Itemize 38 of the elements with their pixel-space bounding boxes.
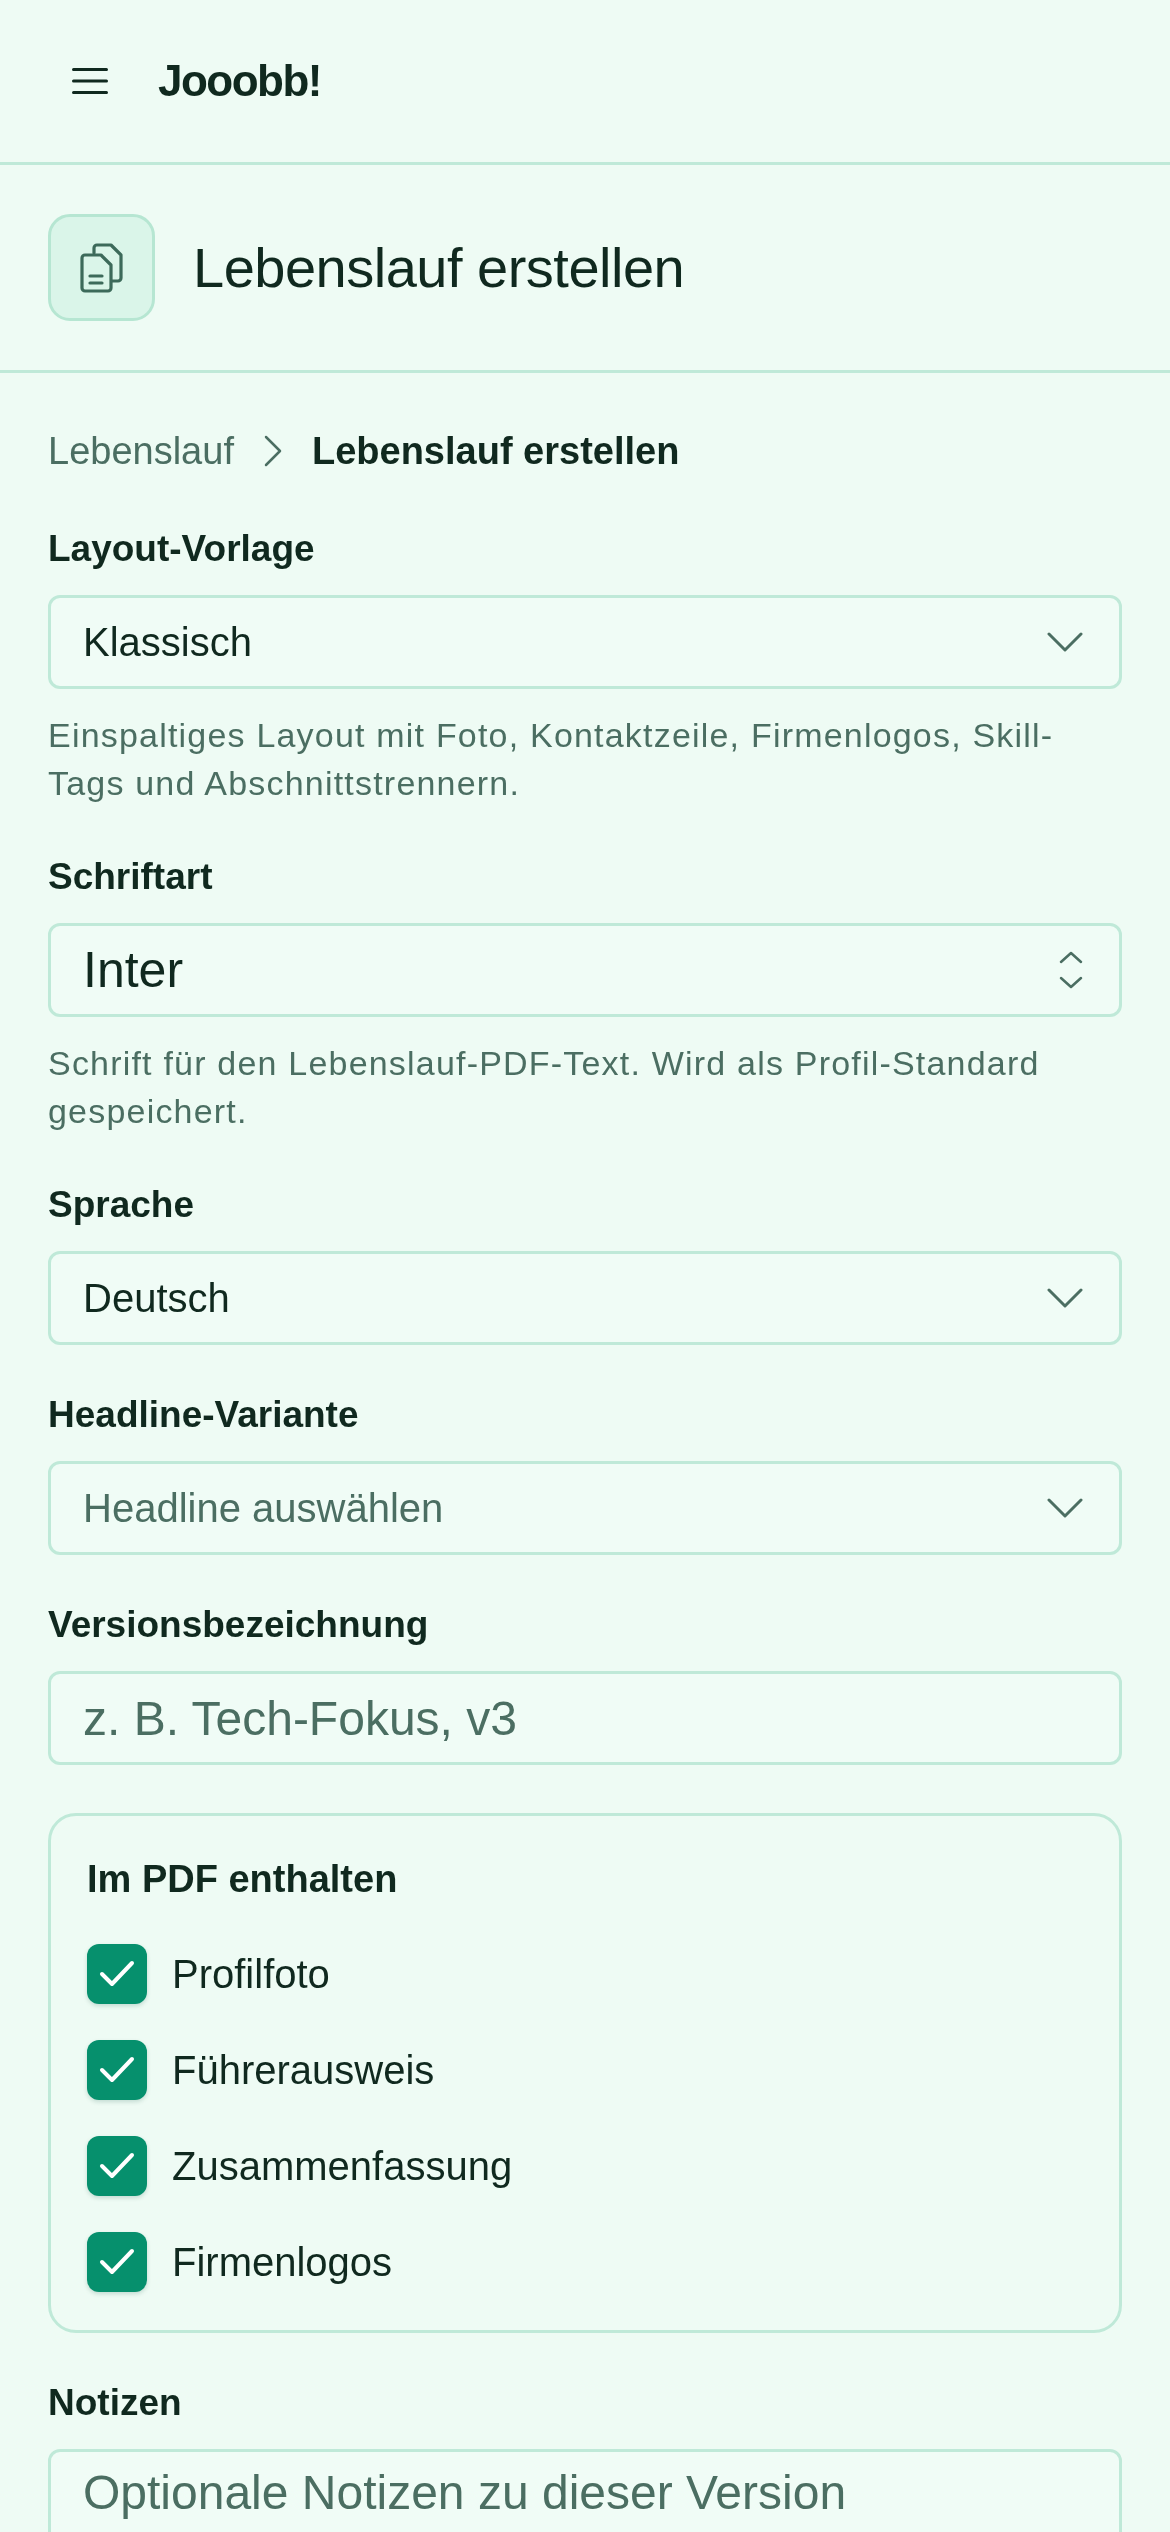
chevron-down-icon: [1047, 1288, 1083, 1308]
chevron-right-icon: [263, 435, 282, 467]
menu-icon[interactable]: [72, 68, 108, 94]
checkbox[interactable]: [87, 1944, 147, 2004]
chevron-down-icon: [1047, 1498, 1083, 1518]
breadcrumb-current: Lebenslauf erstellen: [311, 429, 680, 474]
check-icon: [99, 2056, 135, 2084]
check-icon: [99, 2152, 135, 2180]
chevrons-up-down-icon: [1059, 951, 1083, 989]
documents-icon: [48, 214, 155, 321]
help-text: Einspaltiges Layout mit Foto, Kontaktzeile, Firmenlogos, Skill-Tags und Abschnittstrennern.: [48, 715, 1055, 804]
select-field[interactable]: Inter: [48, 923, 1122, 1017]
field-label: Headline-Variante: [48, 1393, 360, 1437]
breadcrumb-link[interactable]: Lebenslauf: [48, 427, 234, 475]
checkbox-label: Führerausweis: [172, 2047, 435, 2094]
check-icon: [99, 1960, 135, 1988]
field-label: Layout-Vorlage: [48, 527, 316, 571]
checkbox[interactable]: [87, 2232, 147, 2292]
checkbox-label: Firmenlogos: [172, 2239, 393, 2286]
field-label: Schriftart: [48, 855, 214, 899]
notes-textarea[interactable]: Optionale Notizen zu dieser Version: [48, 2449, 1122, 2532]
checkbox-label: Zusammenfassung: [172, 2143, 513, 2190]
help-text: Schrift für den Lebenslauf-PDF-Text. Wird als Profil-Standard gespeichert.: [48, 1043, 1041, 1132]
select-field[interactable]: Headline auswählen: [48, 1461, 1122, 1555]
brand-logo[interactable]: Jooobb!: [158, 55, 321, 107]
check-icon: [99, 2248, 135, 2276]
chevron-down-icon: [1047, 632, 1083, 652]
card-title: Im PDF enthalten: [87, 1857, 399, 1901]
select-field[interactable]: Klassisch: [48, 595, 1122, 689]
checkbox[interactable]: [87, 2040, 147, 2100]
text-input-field[interactable]: z. B. Tech-Fokus, v3: [48, 1671, 1122, 1765]
checkbox[interactable]: [87, 2136, 147, 2196]
field-label: Versionsbezeichnung: [48, 1603, 430, 1647]
field-label: Notizen: [48, 2381, 183, 2425]
field-label: Sprache: [48, 1183, 195, 1227]
page-title: Lebenslauf erstellen: [193, 234, 685, 301]
select-field[interactable]: Deutsch: [48, 1251, 1122, 1345]
checkbox-label: Profilfoto: [172, 1951, 330, 1998]
